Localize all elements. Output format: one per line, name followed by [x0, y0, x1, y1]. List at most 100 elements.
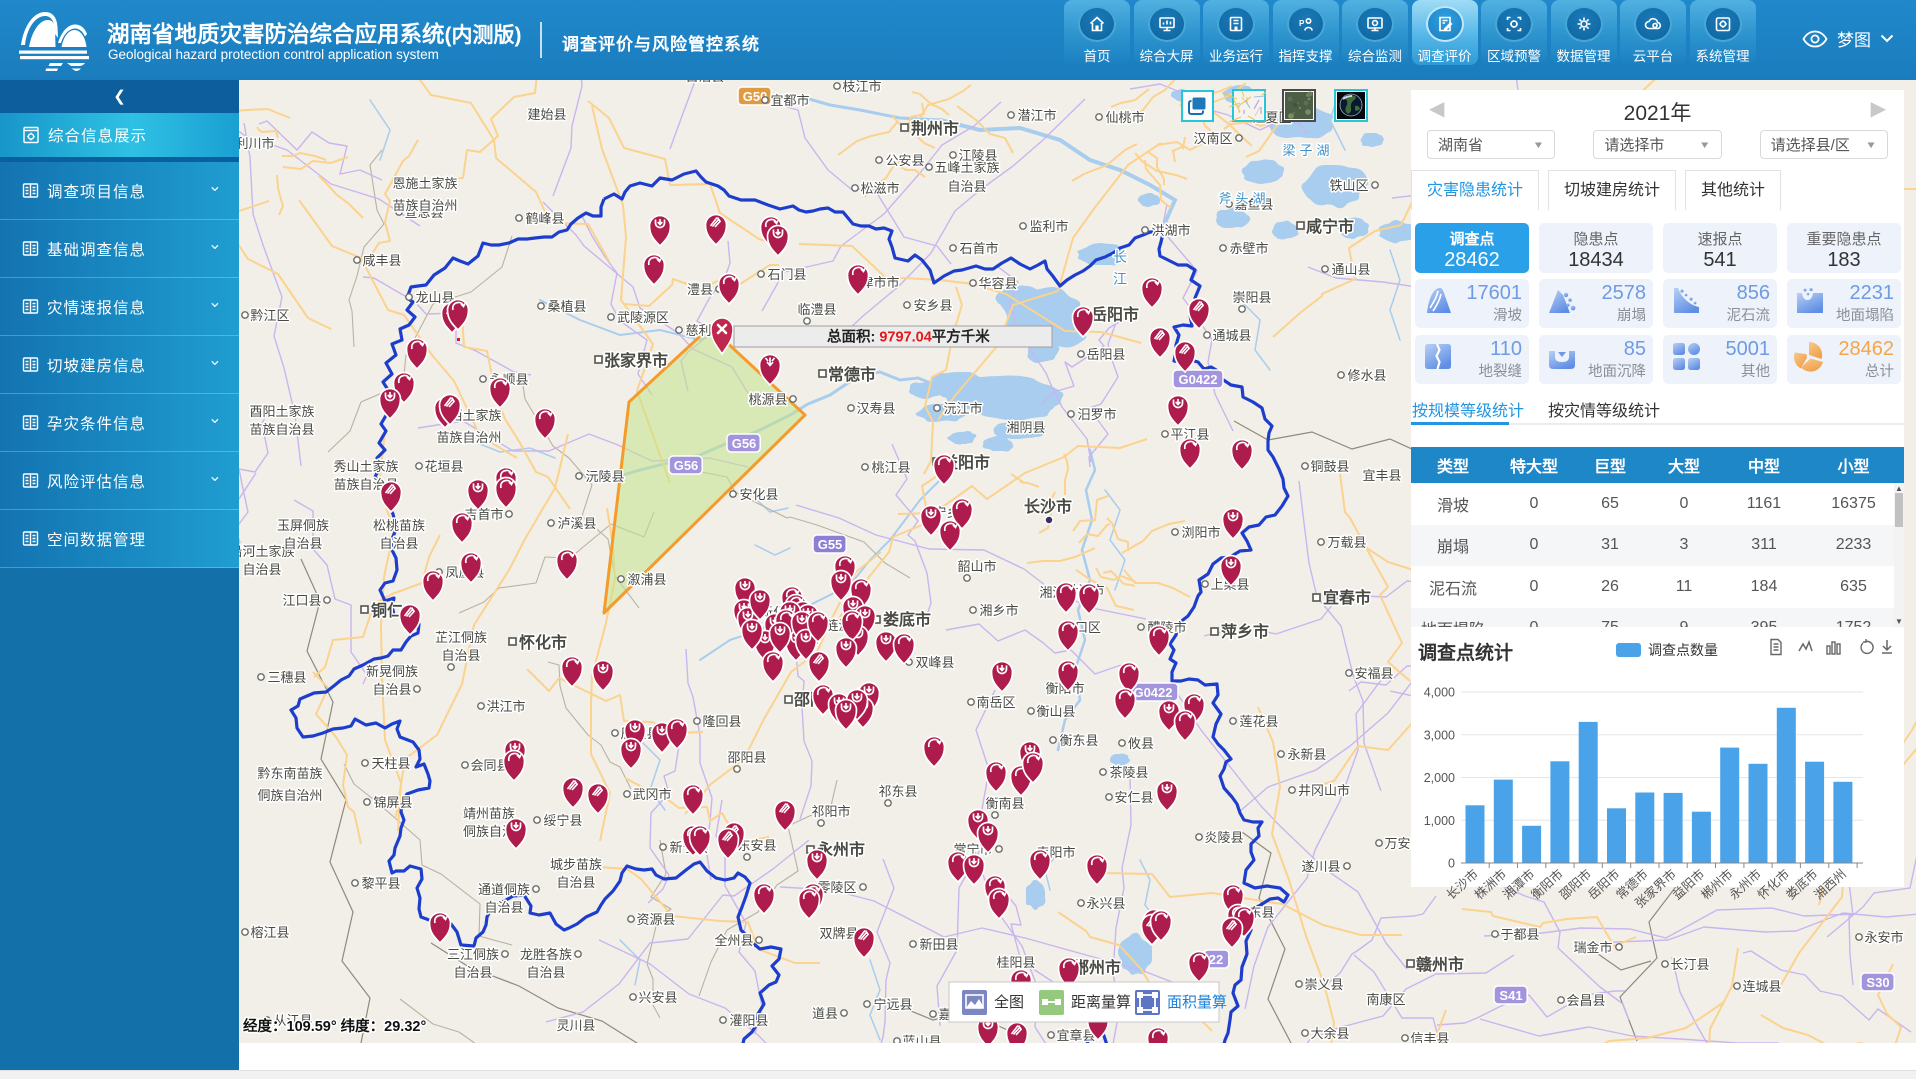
svg-text:靖州苗族: 靖州苗族	[463, 806, 515, 821]
svg-text:武陵源区: 武陵源区	[617, 310, 669, 325]
svg-text:4,000: 4,000	[1424, 686, 1455, 700]
svg-text:经度：109.59° 纬度：29.32°: 经度：109.59° 纬度：29.32°	[243, 1017, 426, 1035]
svg-text:总面积: 9797.04平方千米: 总面积: 9797.04平方千米	[827, 328, 990, 346]
svg-text:赣州市: 赣州市	[1416, 955, 1464, 974]
svg-text:长沙市: 长沙市	[1024, 497, 1072, 516]
svg-text:遂川县: 遂川县	[1301, 859, 1340, 874]
svg-text:于都县: 于都县	[1500, 927, 1539, 942]
svg-text:茶陵县: 茶陵县	[1109, 765, 1148, 780]
svg-text:三江侗族: 三江侗族	[447, 947, 499, 962]
svg-text:S30: S30	[1866, 975, 1889, 990]
svg-text:黔东南苗族: 黔东南苗族	[257, 766, 322, 781]
svg-text:桑植县: 桑植县	[547, 299, 586, 314]
svg-text:湘阴县: 湘阴县	[1006, 420, 1045, 435]
svg-text:洪江市: 洪江市	[486, 699, 525, 714]
svg-text:荆州市: 荆州市	[911, 119, 959, 138]
svg-text:井冈山市: 井冈山市	[1298, 783, 1350, 798]
svg-text:芷江侗族: 芷江侗族	[435, 630, 487, 645]
svg-text:苗族自治县: 苗族自治县	[249, 422, 314, 437]
svg-text:0: 0	[1448, 857, 1455, 871]
svg-text:莲花县: 莲花县	[1239, 714, 1278, 729]
svg-text:桃源县: 桃源县	[748, 392, 787, 407]
svg-text:酉阳土家族: 酉阳土家族	[249, 404, 314, 419]
svg-text:斧头湖: 斧头湖	[1218, 191, 1269, 206]
svg-text:溆浦县: 溆浦县	[627, 572, 666, 587]
svg-text:G0422: G0422	[1133, 685, 1172, 700]
svg-text:花垣县: 花垣县	[424, 459, 463, 474]
svg-text:自治县: 自治县	[441, 648, 480, 663]
svg-text:石门县: 石门县	[767, 267, 806, 282]
svg-text:沅江市: 沅江市	[943, 401, 982, 416]
svg-text:安仁县: 安仁县	[1114, 790, 1153, 805]
svg-text:长汀县: 长汀县	[1670, 957, 1709, 972]
svg-text:湘乡市: 湘乡市	[979, 603, 1018, 618]
svg-text:汉寿县: 汉寿县	[856, 401, 895, 416]
svg-text:隆回县: 隆回县	[702, 714, 741, 729]
svg-text:蓝山县: 蓝山县	[902, 1034, 941, 1043]
svg-text:岳阳市: 岳阳市	[1091, 305, 1139, 324]
svg-text:苗族自治州: 苗族自治州	[436, 430, 501, 445]
svg-text:怀化市: 怀化市	[519, 633, 567, 652]
svg-text:G56: G56	[732, 436, 757, 451]
svg-text:梁子湖: 梁子湖	[1282, 143, 1333, 158]
svg-text:武冈市: 武冈市	[632, 787, 671, 802]
svg-text:澧县: 澧县	[687, 282, 713, 297]
svg-text:仙桃市: 仙桃市	[1105, 110, 1144, 125]
svg-text:洪湖市: 洪湖市	[1151, 223, 1190, 238]
svg-text:绥宁县: 绥宁县	[543, 813, 582, 828]
svg-text:通城县: 通城县	[1212, 328, 1251, 343]
svg-text:双峰县: 双峰县	[915, 655, 954, 670]
svg-text:黎平县: 黎平县	[361, 876, 400, 891]
svg-text:沅陵县: 沅陵县	[585, 469, 624, 484]
svg-text:22: 22	[1209, 952, 1223, 967]
svg-text:G55: G55	[818, 537, 843, 552]
svg-text:灵川县: 灵川县	[556, 1018, 595, 1033]
svg-text:灌阳县: 灌阳县	[729, 1013, 768, 1028]
svg-text:自治县: 自治县	[484, 900, 523, 915]
svg-text:自治县: 自治县	[947, 179, 986, 194]
svg-text:衡东县: 衡东县	[1059, 733, 1098, 748]
svg-text:万载县: 万载县	[1327, 535, 1366, 550]
svg-text:龙胜各族: 龙胜各族	[520, 947, 572, 962]
svg-text:潜江市: 潜江市	[1017, 108, 1056, 123]
svg-text:修水县: 修水县	[1347, 368, 1386, 383]
svg-text:新晃侗族: 新晃侗族	[366, 664, 418, 679]
svg-text:建始县: 建始县	[527, 107, 566, 122]
svg-text:铁山区: 铁山区	[1329, 178, 1368, 193]
svg-text:铜鼓县: 铜鼓县	[1310, 459, 1349, 474]
svg-text:浏阳市: 浏阳市	[1181, 525, 1220, 540]
svg-text:面积量算: 面积量算	[1167, 993, 1227, 1011]
svg-text:自治县: 自治县	[379, 536, 418, 551]
svg-text:大余县: 大余县	[1310, 1026, 1349, 1041]
svg-text:崇阳县: 崇阳县	[1232, 290, 1271, 305]
svg-text:永新县: 永新县	[1287, 747, 1326, 762]
svg-text:江: 江	[1113, 271, 1127, 287]
svg-text:连城县: 连城县	[1742, 979, 1781, 994]
svg-text:江口县: 江口县	[282, 593, 321, 608]
svg-text:崇义县: 崇义县	[1304, 977, 1343, 992]
svg-text:会昌县: 会昌县	[1566, 993, 1605, 1008]
svg-text:安化县: 安化县	[739, 487, 778, 502]
svg-text:桃江县: 桃江县	[871, 460, 910, 475]
svg-text:G0422: G0422	[1178, 372, 1217, 387]
svg-text:汨罗市: 汨罗市	[1077, 407, 1116, 422]
svg-text:咸宁市: 咸宁市	[1306, 217, 1354, 236]
svg-text:自治县: 自治县	[242, 562, 281, 577]
svg-text:榕江县: 榕江县	[250, 925, 289, 940]
svg-text:P: P	[1299, 19, 1305, 28]
svg-text:长: 长	[1113, 249, 1127, 265]
svg-text:监利市: 监利市	[1029, 219, 1068, 234]
svg-text:道县: 道县	[812, 1006, 838, 1021]
svg-text:信丰县: 信丰县	[1410, 1031, 1449, 1043]
svg-text:2,000: 2,000	[1424, 771, 1455, 785]
svg-text:枝江市: 枝江市	[842, 80, 881, 94]
svg-text:天柱县: 天柱县	[371, 756, 410, 771]
svg-text:铜仁: 铜仁	[371, 601, 403, 620]
svg-text:双牌县: 双牌县	[819, 926, 858, 941]
svg-text:湘西州: 湘西州	[1811, 866, 1849, 902]
svg-text:自治县: 自治县	[283, 536, 322, 551]
svg-text:江陵县: 江陵县	[958, 148, 997, 163]
svg-text:黔江区: 黔江区	[250, 308, 289, 323]
svg-text:衡南县: 衡南县	[985, 796, 1024, 811]
svg-text:娄底市: 娄底市	[883, 610, 931, 629]
